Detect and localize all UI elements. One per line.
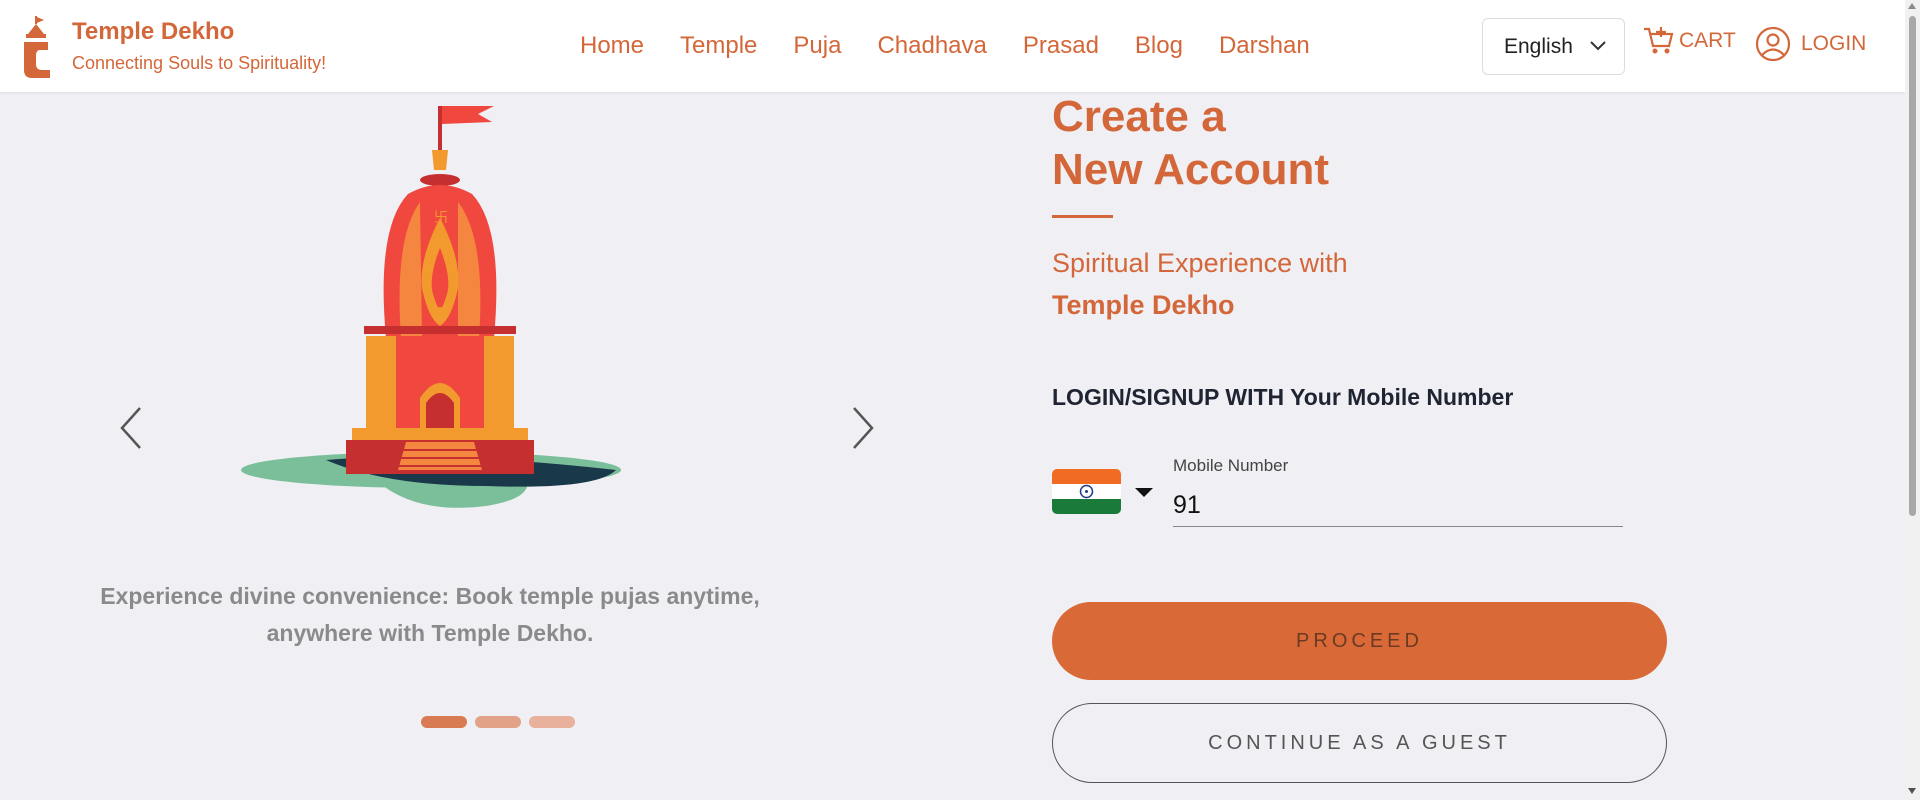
login-label: LOGIN [1801,32,1867,55]
form-subtitle-brand: Temple Dekho [1052,290,1235,320]
nav-prasad[interactable]: Prasad [1023,32,1099,60]
carousel-dot-2[interactable] [475,716,521,728]
svg-text:卐: 卐 [434,210,448,226]
cart-button[interactable]: CART [1643,26,1736,56]
carousel-next-arrow-icon[interactable] [850,405,876,451]
carousel-dot-1[interactable] [421,716,467,728]
cart-icon [1644,27,1674,54]
nav-home[interactable]: Home [580,32,644,60]
nav-puja[interactable]: Puja [793,32,841,60]
form-title: Create a New Account [1052,90,1329,196]
cart-label: CART [1679,29,1736,52]
temple-logo-icon[interactable] [22,16,52,78]
carousel-dot-3[interactable] [529,716,575,728]
scroll-down-icon[interactable] [1908,788,1916,794]
title-divider [1052,215,1113,218]
page-scrollbar[interactable] [1905,0,1920,800]
main-nav: Home Temple Puja Chadhava Prasad Blog Da… [580,32,1346,60]
form-subtitle: Spiritual Experience with [1052,248,1348,278]
carousel-indicators [421,716,575,728]
nav-blog[interactable]: Blog [1135,32,1183,60]
carousel-prev-arrow-icon[interactable] [118,405,144,451]
form-title-line1: Create a [1052,92,1226,141]
nav-temple[interactable]: Temple [680,32,757,60]
login-heading: LOGIN/SIGNUP WITH Your Mobile Number [1052,384,1514,410]
language-value: English [1504,35,1573,58]
brand-name[interactable]: Temple Dekho [72,18,234,46]
scroll-up-icon[interactable] [1908,3,1916,9]
mobile-number-label: Mobile Number [1173,456,1289,475]
india-flag-icon[interactable] [1052,469,1121,514]
site-header: Temple Dekho Connecting Souls to Spiritu… [0,0,1905,92]
brand-tagline: Connecting Souls to Spirituality! [72,53,327,73]
login-button[interactable]: LOGIN [1755,26,1866,62]
form-title-line2: New Account [1052,145,1330,194]
temple-illustration: 卐 [241,106,621,508]
user-avatar-icon [1755,26,1791,62]
mobile-number-input[interactable] [1173,480,1623,527]
language-select[interactable]: English [1482,18,1625,75]
proceed-button[interactable]: PROCEED [1052,602,1667,680]
nav-darshan[interactable]: Darshan [1219,32,1310,60]
nav-chadhava[interactable]: Chadhava [877,32,986,60]
country-caret-icon[interactable] [1135,488,1153,497]
continue-as-guest-button[interactable]: CONTINUE AS A GUEST [1052,703,1667,783]
carousel-caption: Experience divine convenience: Book temp… [100,583,760,646]
chevron-down-icon [1590,41,1606,51]
scroll-thumb[interactable] [1909,16,1916,516]
